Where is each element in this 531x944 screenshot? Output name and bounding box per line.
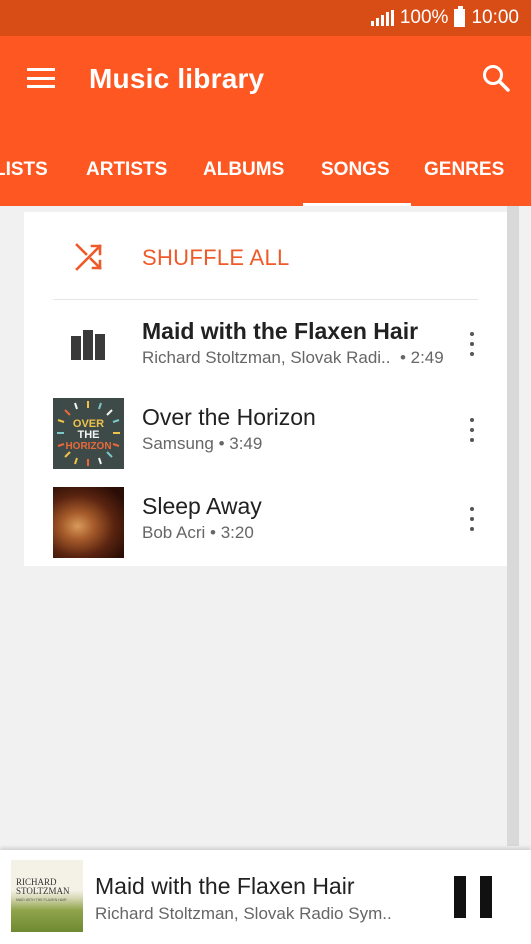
tab-artists[interactable]: ARTISTS xyxy=(86,146,167,206)
song-row[interactable]: OVER THE HORIZON Over the Horizon Samsun… xyxy=(24,394,507,482)
song-artist: Bob Acri xyxy=(142,523,206,542)
album-art xyxy=(53,487,124,558)
page-title: Music library xyxy=(89,63,265,94)
more-vert-icon[interactable] xyxy=(468,332,476,356)
more-vert-icon[interactable] xyxy=(468,507,476,531)
song-artist: Samsung xyxy=(142,434,214,453)
equalizer-icon xyxy=(71,330,105,360)
signal-icon xyxy=(370,10,394,26)
more-vert-icon[interactable] xyxy=(468,418,476,442)
mini-player[interactable]: RICHARD STOLTZMAN MAID WITH THE FLAXEN H… xyxy=(0,850,531,944)
shuffle-all-label: SHUFFLE ALL xyxy=(142,245,290,270)
search-icon[interactable] xyxy=(481,63,511,93)
song-list: SHUFFLE ALL Maid with the Flaxen Hair Ri… xyxy=(24,212,507,566)
now-playing-title: Maid with the Flaxen Hair xyxy=(95,873,355,899)
divider xyxy=(53,299,478,300)
clock: 10:00 xyxy=(471,7,519,28)
tab-albums[interactable]: ALBUMS xyxy=(203,146,284,206)
status-bar: 100% 10:00 xyxy=(0,0,531,36)
tab-bar: LISTS ARTISTS ALBUMS SONGS GENRES xyxy=(0,146,531,206)
battery-percent: 100% xyxy=(399,7,449,28)
song-duration: • 3:20 xyxy=(210,523,254,542)
tab-songs[interactable]: SONGS xyxy=(303,146,411,206)
album-art: OVER THE HORIZON xyxy=(53,398,124,469)
app-bar: Music library LISTS ARTISTS ALBUMS SONGS… xyxy=(0,36,531,206)
tab-genres[interactable]: GENRES xyxy=(424,146,504,206)
song-row[interactable]: Maid with the Flaxen Hair Richard Stoltz… xyxy=(24,308,507,396)
tab-playlists[interactable]: LISTS xyxy=(0,146,48,206)
song-title: Over the Horizon xyxy=(142,404,316,430)
song-subtitle: Samsung • 3:49 xyxy=(142,434,262,454)
svg-text:THE: THE xyxy=(78,429,100,441)
shuffle-icon xyxy=(75,243,102,271)
song-artist: Richard Stoltzman, Slovak Radi.. xyxy=(142,348,391,367)
song-subtitle: Bob Acri • 3:20 xyxy=(142,523,254,543)
song-row[interactable]: Sleep Away Bob Acri • 3:20 xyxy=(24,483,507,571)
song-subtitle: Richard Stoltzman, Slovak Radi.. • 2:49 xyxy=(142,348,444,368)
menu-icon[interactable] xyxy=(27,68,55,88)
now-playing-artist: Richard Stoltzman, Slovak Radio Sym.. xyxy=(95,904,392,923)
song-title: Maid with the Flaxen Hair xyxy=(142,318,419,344)
status-icons: 100% 10:00 xyxy=(370,6,519,29)
song-title: Sleep Away xyxy=(142,493,262,519)
svg-text:STOLTZMAN: STOLTZMAN xyxy=(16,886,70,896)
active-tab-indicator xyxy=(303,203,411,206)
battery-icon xyxy=(454,6,466,27)
now-playing-album-art: RICHARD STOLTZMAN MAID WITH THE FLAXEN H… xyxy=(11,860,83,932)
song-duration: • 2:49 xyxy=(399,348,444,367)
pause-icon[interactable] xyxy=(454,876,492,918)
svg-text:HORIZON: HORIZON xyxy=(65,441,111,452)
shuffle-all-button[interactable]: SHUFFLE ALL xyxy=(24,212,507,300)
song-duration: • 3:49 xyxy=(218,434,263,453)
scrollbar[interactable] xyxy=(507,206,519,846)
svg-text:MAID WITH THE FLAXEN HAIR: MAID WITH THE FLAXEN HAIR xyxy=(16,898,67,902)
